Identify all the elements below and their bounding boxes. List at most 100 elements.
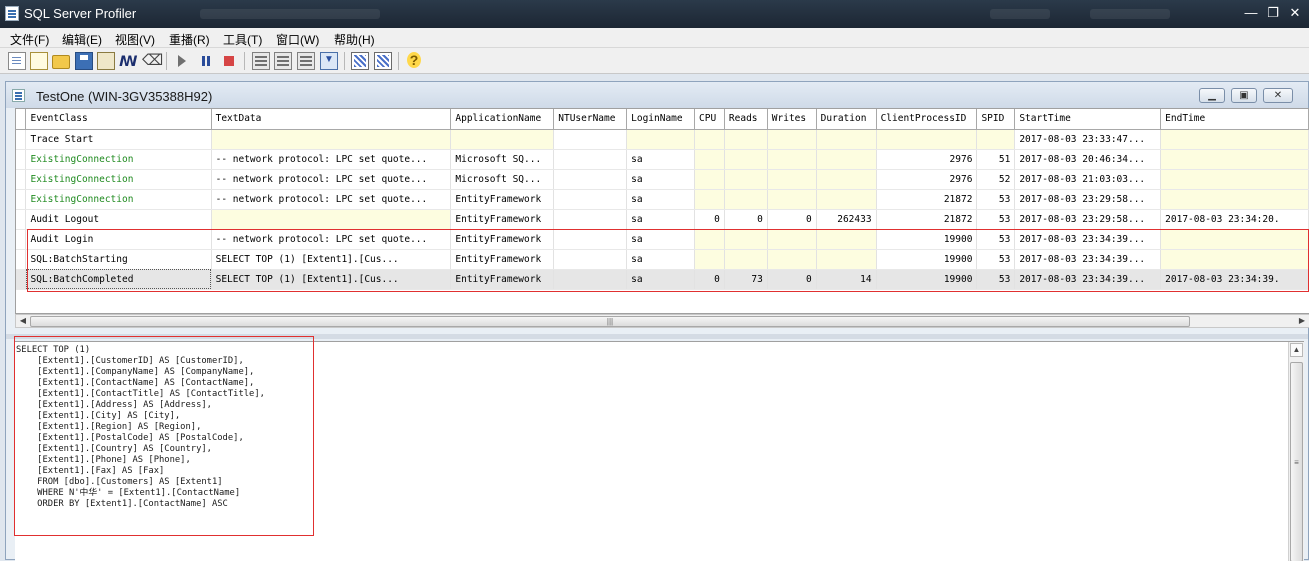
col-header-clientprocessid[interactable]: ClientProcessID — [876, 109, 978, 130]
trace-window-header: TestOne (WIN-3GV35388H92) ▁ ▣ ✕ — [6, 82, 1308, 108]
textdata-vertical-scrollbar[interactable]: ▲ ≡ — [1288, 342, 1304, 561]
cell-reads: 0 — [724, 209, 768, 230]
find-icon[interactable]: ꟿ — [119, 52, 138, 70]
cell-reads — [724, 169, 768, 190]
sql-text: SELECT TOP (1) [Extent1].[CustomerID] AS… — [16, 345, 265, 510]
menu-file[interactable]: 文件(F) — [10, 31, 49, 48]
chart-icon[interactable] — [374, 52, 392, 70]
cell-spid: 53 — [976, 269, 1016, 290]
cell-duration — [816, 149, 877, 170]
cell-textdata: SELECT TOP (1) [Extent1].[Cus... — [211, 249, 452, 270]
cell-applicationname: EntityFramework — [450, 269, 555, 290]
columns-icon[interactable] — [297, 52, 315, 70]
row-gutter — [16, 249, 27, 270]
cell-cpu: 0 — [694, 269, 725, 290]
maximize-icon[interactable]: ❐ — [1262, 4, 1284, 22]
cell-writes — [767, 129, 817, 150]
scroll-left-icon[interactable]: ◀ — [17, 315, 29, 327]
child-minimize-icon[interactable]: ▁ — [1199, 88, 1225, 103]
col-header-ntusername[interactable]: NTUserName — [553, 109, 628, 130]
cell-reads — [724, 249, 768, 270]
cell-duration — [816, 129, 877, 150]
menu-edit[interactable]: 编辑(E) — [62, 31, 102, 48]
row-gutter — [16, 229, 27, 250]
grid-horizontal-scrollbar[interactable]: ◀ ||| ▶ — [15, 314, 1309, 328]
row-gutter — [16, 189, 27, 210]
cell-loginname: sa — [626, 149, 695, 170]
scroll-right-icon[interactable]: ▶ — [1296, 315, 1308, 327]
cell-duration — [816, 229, 877, 250]
col-header-reads[interactable]: Reads — [724, 109, 768, 130]
cell-spid: 52 — [976, 169, 1016, 190]
menu-tools[interactable]: 工具(T) — [223, 31, 262, 48]
table-row[interactable]: ExistingConnection -- network protocol: L… — [16, 189, 1309, 210]
col-header-applicationname[interactable]: ApplicationName — [450, 109, 555, 130]
toolbar-separator — [166, 52, 167, 70]
scrollbar-thumb[interactable]: ||| — [30, 316, 1190, 327]
col-header-cpu[interactable]: CPU — [694, 109, 725, 130]
clear-icon[interactable]: ⌫ — [142, 52, 163, 70]
help-icon[interactable] — [404, 52, 422, 70]
cell-eventclass: Audit Login — [25, 229, 212, 250]
table-row[interactable]: SQL:BatchCompleted SELECT TOP (1) [Extent… — [16, 269, 1309, 290]
table-row[interactable]: Trace Start 2017-08-03 23:33:47... — [16, 129, 1309, 150]
col-header-eventclass[interactable]: EventClass — [25, 109, 212, 130]
sql-line: [Extent1].[ContactName] AS [ContactName]… — [16, 378, 255, 388]
col-header-loginname[interactable]: LoginName — [626, 109, 695, 130]
trace-window: TestOne (WIN-3GV35388H92) ▁ ▣ ✕ EventCla… — [5, 81, 1309, 561]
cell-writes — [767, 169, 817, 190]
cell-endtime — [1160, 129, 1309, 150]
title-bar: SQL Server Profiler — ❐ ✕ — [0, 0, 1309, 28]
menu-window[interactable]: 窗口(W) — [276, 31, 319, 48]
table-row[interactable]: ExistingConnection -- network protocol: L… — [16, 149, 1309, 170]
sql-line: [Extent1].[City] AS [City], — [16, 411, 181, 421]
properties-icon[interactable] — [97, 52, 115, 70]
auto-scroll-icon[interactable] — [320, 52, 338, 70]
row-gutter — [16, 169, 27, 190]
menu-view[interactable]: 视图(V) — [115, 31, 155, 48]
table-row[interactable]: Audit Logout EntityFramework sa 0 0 0 262433 21… — [16, 209, 1309, 230]
grid-icon[interactable] — [252, 52, 270, 70]
new-template-icon[interactable] — [30, 52, 48, 70]
cell-spid: 53 — [976, 229, 1016, 250]
cell-spid: 53 — [976, 209, 1016, 230]
pane-splitter[interactable] — [6, 334, 1308, 339]
perfmon-icon[interactable] — [351, 52, 369, 70]
blurred-title-area — [200, 9, 380, 19]
scroll-up-icon[interactable]: ▲ — [1290, 343, 1303, 357]
cell-textdata: -- network protocol: LPC set quote... — [211, 149, 452, 170]
cell-writes: 0 — [767, 269, 817, 290]
save-icon[interactable] — [75, 52, 93, 70]
cell-spid: 51 — [976, 149, 1016, 170]
open-folder-icon[interactable] — [52, 55, 70, 69]
pause-icon[interactable] — [197, 52, 215, 70]
cell-duration: 14 — [816, 269, 877, 290]
table-row[interactable]: SQL:BatchStarting SELECT TOP (1) [Extent1… — [16, 249, 1309, 270]
scrollbar-thumb[interactable]: ≡ — [1290, 362, 1303, 561]
grid2-icon[interactable] — [274, 52, 292, 70]
start-icon[interactable] — [178, 55, 186, 67]
grid-header-row: EventClass TextData ApplicationName NTUs… — [16, 109, 1309, 130]
col-header-starttime[interactable]: StartTime — [1014, 109, 1162, 130]
new-trace-icon[interactable] — [8, 52, 26, 70]
menu-help[interactable]: 帮助(H) — [334, 31, 375, 48]
trace-grid[interactable]: EventClass TextData ApplicationName NTUs… — [15, 108, 1309, 314]
cell-writes — [767, 189, 817, 210]
cell-ntusername — [553, 269, 628, 290]
menu-replay[interactable]: 重播(R) — [169, 31, 210, 48]
col-header-writes[interactable]: Writes — [767, 109, 817, 130]
child-close-icon[interactable]: ✕ — [1263, 88, 1293, 103]
cell-loginname: sa — [626, 269, 695, 290]
col-header-textdata[interactable]: TextData — [211, 109, 452, 130]
textdata-pane[interactable]: SELECT TOP (1) [Extent1].[CustomerID] AS… — [15, 341, 1304, 561]
child-restore-icon[interactable]: ▣ — [1231, 88, 1257, 103]
col-header-endtime[interactable]: EndTime — [1160, 109, 1309, 130]
minimize-icon[interactable]: — — [1240, 4, 1262, 22]
col-header-spid[interactable]: SPID — [976, 109, 1016, 130]
close-icon[interactable]: ✕ — [1284, 4, 1306, 22]
col-header-duration[interactable]: Duration — [816, 109, 877, 130]
stop-icon[interactable] — [220, 52, 238, 70]
table-row[interactable]: Audit Login -- network protocol: LPC set … — [16, 229, 1309, 250]
sql-line: [Extent1].[PostalCode] AS [PostalCode], — [16, 433, 244, 443]
table-row[interactable]: ExistingConnection -- network protocol: L… — [16, 169, 1309, 190]
